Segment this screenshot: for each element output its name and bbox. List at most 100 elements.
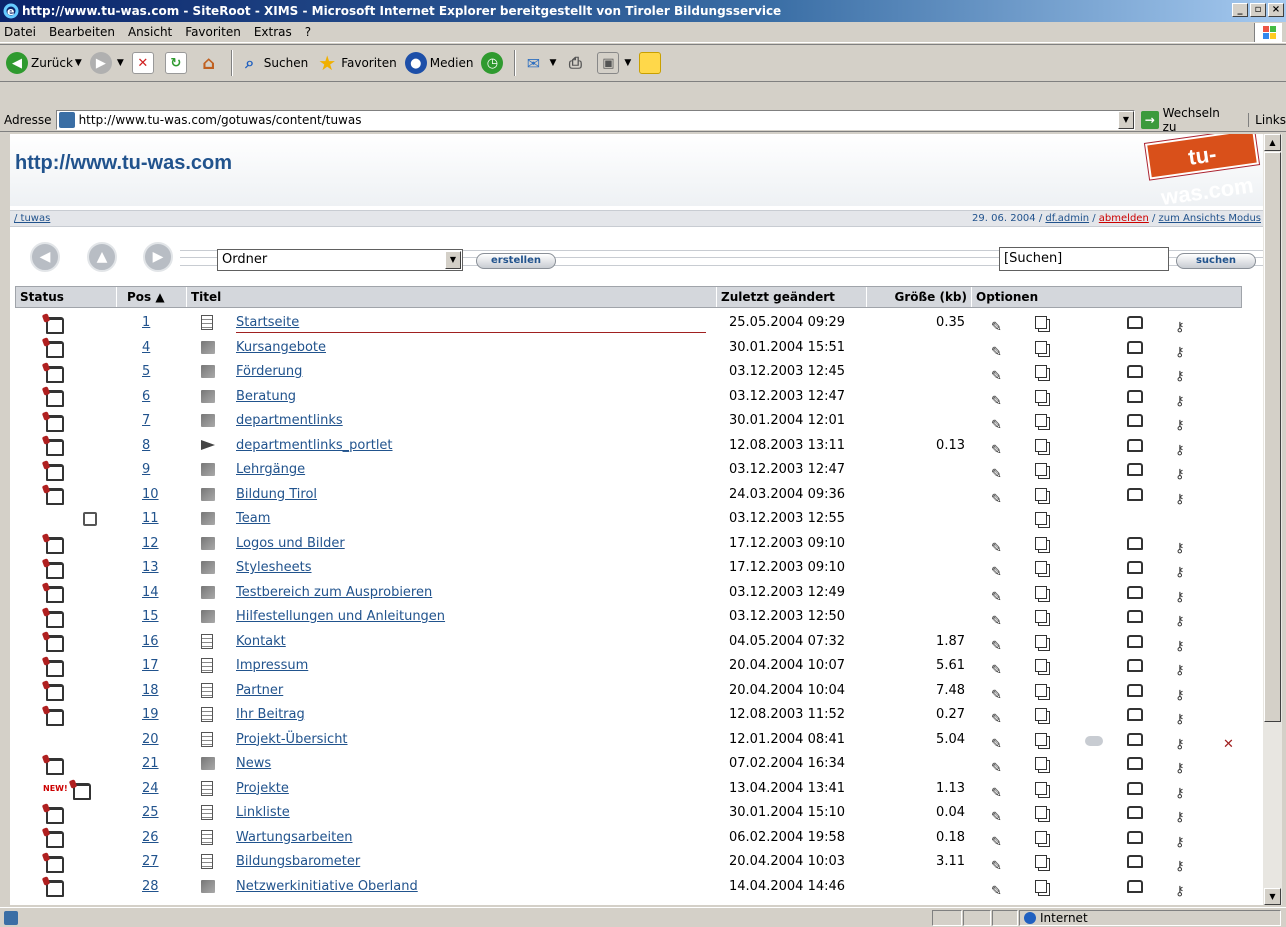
header-title[interactable]: Titel bbox=[187, 287, 717, 307]
position-link[interactable]: 1 bbox=[142, 315, 150, 330]
header-pos[interactable]: Pos ▲ bbox=[117, 287, 187, 307]
forward-button[interactable]: ▶ ▼ bbox=[89, 52, 124, 74]
title-link[interactable]: Impressum bbox=[236, 658, 308, 673]
position-link[interactable]: 28 bbox=[142, 879, 159, 894]
title-link[interactable]: Bildung Tirol bbox=[236, 487, 317, 502]
publish-icon[interactable] bbox=[1127, 365, 1143, 378]
publish-icon[interactable] bbox=[1127, 536, 1143, 550]
menu-ansicht[interactable]: Ansicht bbox=[128, 25, 172, 39]
home-button[interactable]: ⌂ bbox=[198, 52, 223, 74]
copy-icon[interactable] bbox=[1035, 585, 1047, 599]
title-link[interactable]: Förderung bbox=[236, 364, 302, 379]
publish-icon[interactable] bbox=[1127, 585, 1143, 599]
dropdown-arrow-icon[interactable]: ▼ bbox=[117, 58, 124, 68]
title-link[interactable]: Linkliste bbox=[236, 805, 290, 820]
chevron-down-icon[interactable]: ▼ bbox=[445, 251, 461, 269]
title-link[interactable]: Bildungsbarometer bbox=[236, 854, 360, 869]
back-button[interactable]: ◀ Zurück ▼ bbox=[6, 52, 82, 74]
publish-icon[interactable] bbox=[1127, 414, 1143, 427]
publish-icon[interactable] bbox=[1127, 389, 1143, 403]
title-link[interactable]: Testbereich zum Ausprobieren bbox=[236, 585, 432, 600]
go-button[interactable]: → Wechseln zu bbox=[1140, 106, 1236, 134]
title-link[interactable]: Startseite bbox=[236, 315, 299, 330]
title-link[interactable]: Team bbox=[236, 511, 270, 526]
position-link[interactable]: 4 bbox=[142, 340, 150, 355]
edit-icon[interactable]: ✎ bbox=[991, 880, 1002, 904]
address-dropdown-icon[interactable]: ▼ bbox=[1117, 110, 1134, 129]
position-link[interactable]: 9 bbox=[142, 462, 150, 477]
publish-icon[interactable] bbox=[1127, 340, 1143, 354]
publish-icon[interactable] bbox=[1127, 830, 1143, 844]
position-link[interactable]: 27 bbox=[142, 854, 159, 869]
position-link[interactable]: 10 bbox=[142, 487, 159, 502]
position-link[interactable]: 11 bbox=[142, 511, 159, 526]
vertical-scrollbar[interactable]: ▲ ▼ bbox=[1263, 134, 1282, 905]
position-link[interactable]: 17 bbox=[142, 658, 159, 673]
publish-icon[interactable] bbox=[1127, 806, 1143, 819]
copy-icon[interactable] bbox=[1035, 757, 1047, 770]
publish-icon[interactable] bbox=[1127, 610, 1143, 623]
publish-icon[interactable] bbox=[1127, 683, 1143, 697]
copy-icon[interactable] bbox=[1035, 683, 1047, 697]
favorites-button[interactable]: ★ Favoriten bbox=[316, 51, 397, 75]
history-button[interactable]: ◷ bbox=[481, 52, 506, 74]
menu-bearbeiten[interactable]: Bearbeiten bbox=[49, 25, 115, 39]
scroll-down-icon[interactable]: ▼ bbox=[1264, 888, 1281, 905]
title-link[interactable]: Projekt-Übersicht bbox=[236, 732, 348, 747]
position-link[interactable]: 16 bbox=[142, 634, 159, 649]
copy-icon[interactable] bbox=[1035, 316, 1047, 329]
position-link[interactable]: 24 bbox=[142, 781, 159, 796]
title-link[interactable]: Stylesheets bbox=[236, 560, 312, 575]
dropdown-arrow-icon[interactable]: ▼ bbox=[75, 58, 82, 68]
position-link[interactable]: 19 bbox=[142, 707, 159, 722]
copy-icon[interactable] bbox=[1035, 634, 1047, 648]
position-link[interactable]: 15 bbox=[142, 609, 159, 624]
copy-icon[interactable] bbox=[1035, 659, 1047, 672]
menu-help[interactable]: ? bbox=[305, 25, 311, 39]
publish-icon[interactable] bbox=[1127, 855, 1143, 868]
publish-icon[interactable] bbox=[1127, 781, 1143, 795]
permissions-icon[interactable]: ⚷ bbox=[1175, 880, 1185, 904]
header-size[interactable]: Größe (kb) bbox=[867, 287, 972, 307]
maximize-button[interactable]: ▫ bbox=[1250, 3, 1266, 17]
search-button[interactable]: ⌕ Suchen bbox=[239, 52, 308, 74]
copy-icon[interactable] bbox=[1035, 512, 1047, 525]
breadcrumb[interactable]: / tuwas bbox=[14, 213, 50, 224]
copy-icon[interactable] bbox=[1035, 536, 1047, 550]
refresh-button[interactable]: ↻ bbox=[164, 52, 190, 74]
position-link[interactable]: 5 bbox=[142, 364, 150, 379]
copy-icon[interactable] bbox=[1035, 806, 1047, 819]
publish-icon[interactable] bbox=[1127, 659, 1143, 672]
publish-icon[interactable] bbox=[1127, 708, 1143, 721]
copy-icon[interactable] bbox=[1035, 879, 1047, 893]
publish-icon[interactable] bbox=[1127, 634, 1143, 648]
scroll-thumb[interactable] bbox=[1264, 152, 1281, 722]
copy-icon[interactable] bbox=[1035, 414, 1047, 427]
position-link[interactable]: 8 bbox=[142, 438, 150, 453]
media-button[interactable]: ● Medien bbox=[404, 52, 473, 74]
copy-icon[interactable] bbox=[1035, 708, 1047, 721]
search-input[interactable]: [Suchen] bbox=[999, 247, 1169, 271]
title-link[interactable]: departmentlinks bbox=[236, 413, 343, 428]
copy-icon[interactable] bbox=[1035, 781, 1047, 795]
copy-icon[interactable] bbox=[1035, 855, 1047, 868]
publish-icon[interactable] bbox=[1127, 463, 1143, 476]
nav-up-icon[interactable]: ▲ bbox=[87, 242, 117, 272]
position-link[interactable]: 20 bbox=[142, 732, 159, 747]
close-button[interactable]: × bbox=[1268, 3, 1284, 17]
header-status[interactable]: Status bbox=[16, 287, 117, 307]
position-link[interactable]: 13 bbox=[142, 560, 159, 575]
publish-icon[interactable] bbox=[1127, 438, 1143, 452]
title-link[interactable]: Kursangebote bbox=[236, 340, 326, 355]
print-button[interactable]: ⎙ bbox=[564, 52, 589, 74]
title-link[interactable]: Projekte bbox=[236, 781, 289, 796]
copy-icon[interactable] bbox=[1035, 830, 1047, 844]
title-link[interactable]: Beratung bbox=[236, 389, 296, 404]
position-link[interactable]: 6 bbox=[142, 389, 150, 404]
position-link[interactable]: 7 bbox=[142, 413, 150, 428]
title-link[interactable]: Kontakt bbox=[236, 634, 286, 649]
view-mode-link[interactable]: zum Ansichts Modus bbox=[1159, 213, 1261, 224]
create-button[interactable]: erstellen bbox=[476, 253, 556, 269]
title-link[interactable]: departmentlinks_portlet bbox=[236, 438, 393, 453]
user-link[interactable]: df.admin bbox=[1045, 213, 1089, 224]
